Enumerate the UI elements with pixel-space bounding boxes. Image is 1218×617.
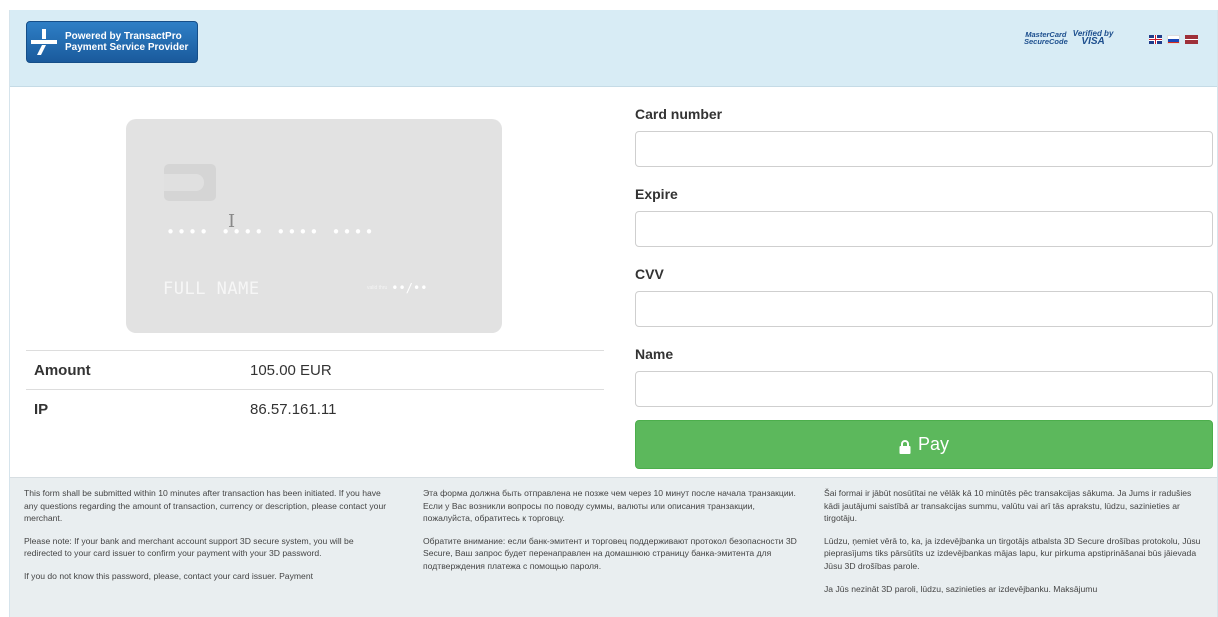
footer-ru-p1: Эта форма должна быть отправлена не позж… (423, 488, 796, 524)
transaction-details: Amount 105.00 EUR IP 86.57.161.11 (26, 350, 604, 428)
name-label: Name (635, 346, 674, 362)
footer-lv-p1: Šai formai ir jābūt nosūtītai ne vēlāk k… (824, 488, 1192, 524)
footer-latvian: Šai formai ir jābūt nosūtītai ne vēlāk k… (824, 487, 1204, 605)
payment-form: Card number Expire CVV Name (635, 98, 1213, 418)
payment-page: Powered by TransactPro Payment Service P… (9, 10, 1218, 617)
footer-lv-p3: Ja Jūs nezināt 3D paroli, lūdzu, sazinie… (824, 583, 1098, 594)
security-logos: MasterCard SecureCode Verified by VISA (1024, 29, 1114, 47)
mastercard-securecode-logo: MasterCard SecureCode (1024, 30, 1068, 46)
uk-flag-icon[interactable] (1149, 35, 1162, 44)
lock-icon (899, 438, 911, 454)
footer-english: This form shall be submitted within 10 m… (24, 487, 394, 593)
card-number-label: Card number (635, 106, 723, 122)
name-input[interactable] (635, 371, 1213, 407)
header: Powered by TransactPro Payment Service P… (10, 10, 1217, 87)
footer-en-p2: Please note: If your bank and merchant a… (24, 535, 354, 559)
footer-en-p3: If you do not know this password, please… (24, 570, 313, 581)
card-number-input[interactable] (635, 131, 1213, 167)
cvv-label: CVV (635, 266, 664, 282)
ip-label: IP (34, 400, 49, 418)
card-chip-icon (164, 164, 216, 201)
text-cursor-icon: I (228, 211, 236, 232)
transactpro-logo[interactable]: Powered by TransactPro Payment Service P… (26, 21, 198, 63)
language-selector (1149, 35, 1198, 44)
amount-row: Amount 105.00 EUR (26, 350, 604, 389)
ip-value: 86.57.161.11 (250, 400, 337, 418)
logo-line2: Payment Service Provider (65, 42, 189, 53)
card-preview: •••• •••• •••• •••• I FULL NAME valid th… (126, 119, 502, 333)
ru-flag-icon[interactable] (1167, 35, 1180, 44)
verified-by-visa-logo: Verified by VISA (1072, 29, 1114, 47)
amount-value: 105.00 EUR (250, 361, 332, 379)
footer-ru-p2: Обратите внимание: если банк-эмитент и т… (423, 535, 797, 571)
footer-russian: Эта форма должна быть отправлена не позж… (423, 487, 803, 583)
footer-en-p1: This form shall be submitted within 10 m… (24, 488, 387, 524)
logo-line1: Powered by TransactPro (65, 31, 182, 42)
footer-lv-p2: Lūdzu, ņemiet vērā to, ka, ja izdevējban… (824, 535, 1201, 571)
pay-button-label: Pay (917, 434, 950, 454)
card-expiry-value: ••/•• (391, 281, 428, 295)
footer-notices: This form shall be submitted within 10 m… (10, 477, 1217, 617)
amount-label: Amount (34, 361, 91, 379)
cvv-input[interactable] (635, 291, 1213, 327)
ip-row: IP 86.57.161.11 (26, 389, 604, 428)
transactpro-logo-icon (27, 22, 61, 62)
lv-flag-icon[interactable] (1185, 35, 1198, 44)
card-preview-number: •••• •••• •••• •••• (166, 223, 376, 241)
expire-label: Expire (635, 186, 678, 202)
pay-button[interactable]: Pay (635, 420, 1213, 469)
card-preview-expiry: valid thru ••/•• (367, 281, 427, 295)
expire-input[interactable] (635, 211, 1213, 247)
card-preview-name: FULL NAME (163, 279, 260, 299)
card-expiry-caption: valid thru (367, 284, 388, 291)
